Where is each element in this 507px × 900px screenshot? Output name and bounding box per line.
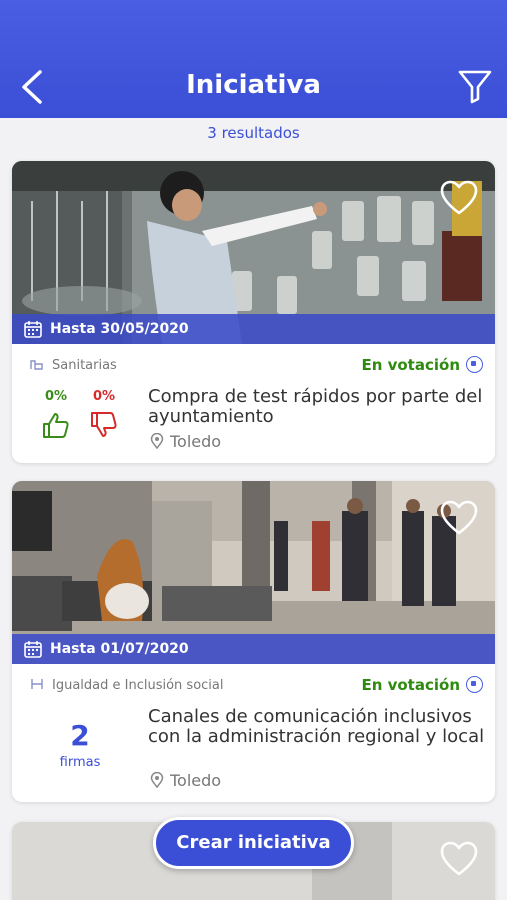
heart-icon[interactable] xyxy=(439,840,479,878)
location-pin-icon xyxy=(150,772,164,788)
app-header: Iniciativa xyxy=(0,0,507,118)
category-text: Sanitarias xyxy=(52,358,117,373)
heart-icon[interactable] xyxy=(439,179,479,217)
calendar-icon xyxy=(24,321,42,338)
location-text: Toledo xyxy=(170,771,222,790)
create-initiative-button[interactable]: Crear iniciativa xyxy=(153,817,354,869)
status-text: En votación xyxy=(361,676,460,694)
category-icon xyxy=(31,679,43,689)
category-label: Igualdad e Inclusión social xyxy=(30,678,223,693)
location: Toledo xyxy=(150,771,221,790)
thumbs-up-icon[interactable] xyxy=(42,411,70,439)
heart-icon[interactable] xyxy=(439,499,479,537)
positive-vote-percent: 0% xyxy=(44,389,68,404)
category-label: Sanitarias xyxy=(30,358,117,373)
initiative-title[interactable]: Compra de test rápidos por parte del ayu… xyxy=(148,387,488,427)
initiative-title[interactable]: Canales de comunicación inclusivos con l… xyxy=(148,707,488,747)
deadline-text: Hasta 30/05/2020 xyxy=(50,321,189,337)
location-text: Toledo xyxy=(170,432,222,451)
results-count: 3 resultados xyxy=(207,124,300,142)
status-icon xyxy=(466,676,483,693)
deadline-bar: Hasta 30/05/2020 xyxy=(12,314,495,344)
status-icon xyxy=(466,356,483,373)
initiative-card[interactable]: Hasta 30/05/2020 Sanitarias En votación … xyxy=(12,161,495,463)
calendar-icon xyxy=(24,641,42,658)
status-badge: En votación xyxy=(361,356,483,374)
location-pin-icon xyxy=(150,433,164,449)
deadline-text: Hasta 01/07/2020 xyxy=(50,641,189,657)
status-badge: En votación xyxy=(361,676,483,694)
negative-vote-percent: 0% xyxy=(92,389,116,404)
category-text: Igualdad e Inclusión social xyxy=(52,678,224,693)
category-icon xyxy=(30,360,43,370)
initiative-card[interactable]: Hasta 01/07/2020 Igualdad e Inclusión so… xyxy=(12,481,495,802)
signature-label: firmas xyxy=(59,755,101,770)
thumbs-down-icon[interactable] xyxy=(90,411,118,439)
signature-count: 2 xyxy=(70,719,90,752)
deadline-bar: Hasta 01/07/2020 xyxy=(12,634,495,664)
page-title: Iniciativa xyxy=(186,70,321,100)
location: Toledo xyxy=(150,432,221,451)
status-text: En votación xyxy=(361,356,460,374)
filter-icon[interactable] xyxy=(457,68,493,104)
